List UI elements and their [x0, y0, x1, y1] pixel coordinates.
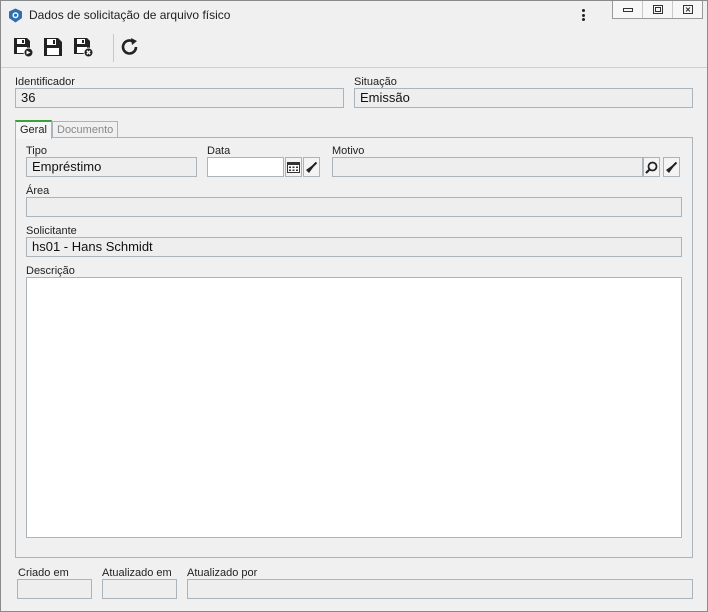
minimize-button[interactable]: [613, 1, 643, 18]
data-input[interactable]: [207, 157, 284, 177]
atualizado-por-field[interactable]: [187, 579, 693, 599]
window-controls: [612, 1, 703, 19]
tab-geral[interactable]: Geral: [15, 120, 52, 139]
broom-clear-icon: [666, 161, 678, 173]
situacao-label: Situação: [354, 76, 397, 88]
data-label: Data: [207, 145, 231, 157]
criado-em-field[interactable]: [17, 579, 92, 599]
save-and-new-button[interactable]: [11, 35, 35, 59]
motivo-label: Motivo: [332, 145, 365, 157]
save-button[interactable]: [41, 35, 65, 59]
solicitante-field[interactable]: hs01 - Hans Schmidt: [26, 237, 682, 257]
area-field[interactable]: [26, 197, 682, 217]
identificador-field[interactable]: 36: [15, 88, 344, 108]
dialog-window: Dados de solicitação de arquivo físico I…: [0, 0, 708, 612]
area-label: Área: [26, 185, 50, 197]
descricao-textarea[interactable]: [26, 277, 682, 538]
close-button[interactable]: [673, 1, 702, 18]
calendar-icon: [287, 162, 300, 173]
search-icon: [645, 161, 658, 174]
tipo-field[interactable]: Empréstimo: [26, 157, 197, 177]
toolbar-separator: [113, 34, 114, 62]
app-logo-icon: [8, 8, 23, 23]
situacao-field[interactable]: Emissão: [354, 88, 693, 108]
atualizado-por-label: Atualizado por: [187, 567, 258, 579]
identificador-label: Identificador: [15, 76, 75, 88]
save-and-close-icon: [74, 38, 94, 58]
clear-motivo-button[interactable]: [663, 157, 680, 177]
atualizado-em-label: Atualizado em: [102, 567, 172, 579]
maximize-button[interactable]: [643, 1, 673, 18]
broom-clear-icon: [306, 161, 318, 173]
refresh-icon: [121, 38, 138, 55]
motivo-field[interactable]: [332, 157, 643, 177]
search-motivo-button[interactable]: [643, 157, 660, 177]
save-icon: [44, 38, 62, 56]
clear-date-button[interactable]: [303, 157, 320, 177]
tipo-label: Tipo: [26, 145, 47, 157]
title-bar: Dados de solicitação de arquivo físico: [1, 1, 707, 30]
criado-em-label: Criado em: [18, 567, 69, 579]
atualizado-em-field[interactable]: [102, 579, 177, 599]
tab-documento[interactable]: Documento: [52, 121, 119, 137]
save-and-new-icon: [14, 38, 34, 58]
more-options-icon[interactable]: [577, 6, 589, 24]
solicitante-label: Solicitante: [26, 225, 77, 237]
refresh-button[interactable]: [118, 35, 142, 59]
descricao-label: Descrição: [26, 265, 75, 277]
save-and-close-button[interactable]: [71, 35, 95, 59]
toolbar: [1, 30, 707, 68]
date-picker-button[interactable]: [285, 157, 302, 177]
window-title: Dados de solicitação de arquivo físico: [29, 8, 231, 22]
